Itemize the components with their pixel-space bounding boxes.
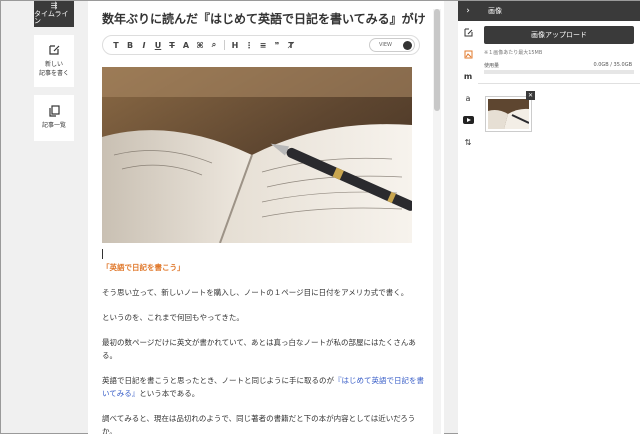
strip-youtube-button[interactable] <box>458 109 478 131</box>
post-list-label: 記事一覧 <box>41 122 66 130</box>
m-icon: m <box>463 71 473 81</box>
toggle-knob <box>403 41 412 50</box>
paragraph-4-text-b: という本である。 <box>139 389 200 398</box>
article-image[interactable] <box>102 67 412 243</box>
edit-small-icon <box>464 28 472 36</box>
post-title-input[interactable]: 数年ぶりに読んだ『はじめて英語で日記を書いてみる』がけ <box>102 10 442 27</box>
editor-scrollbar[interactable] <box>433 9 441 434</box>
unlink-button[interactable]: ⌕ <box>207 40 221 50</box>
article-heading: 「英語で日記を書こう」 <box>102 263 185 272</box>
strip-m-button[interactable]: m <box>458 65 478 87</box>
text-size-button[interactable]: T <box>109 41 123 50</box>
usage-bar <box>484 70 634 74</box>
italic-button[interactable]: I <box>137 41 151 50</box>
text-color-button[interactable]: A <box>179 41 193 50</box>
panel-divider <box>478 83 640 84</box>
paragraph-5: 調べてみると、現在は品切れのようで、同じ著者の書籍だと下の本が内容としては近いだ… <box>102 414 416 434</box>
thumbnail-photo <box>488 99 530 129</box>
chevron-right-icon: › <box>466 6 470 16</box>
new-post-button[interactable]: 新しい 記事を書く <box>34 35 74 87</box>
text-cursor <box>102 249 103 259</box>
bold-button[interactable]: B <box>123 41 137 50</box>
strip-image-button[interactable] <box>458 43 478 65</box>
youtube-icon <box>462 116 474 124</box>
strikethrough-button[interactable]: T <box>165 41 179 50</box>
link-button[interactable]: ⌘ <box>193 41 207 50</box>
bullet-list-button[interactable]: ≡ <box>256 41 270 50</box>
toolbar-divider <box>224 40 225 50</box>
strip-sort-button[interactable]: ⇅ <box>458 131 478 153</box>
collapse-panel-button[interactable]: › <box>458 1 478 21</box>
editor: 数年ぶりに読んだ『はじめて英語で日記を書いてみる』がけ T B I U T A … <box>88 1 444 434</box>
view-toggle[interactable]: VIEW <box>369 38 415 52</box>
strip-edit-button[interactable] <box>458 21 478 43</box>
panel-title: 画像 <box>478 1 640 21</box>
usage-value: 0.0GB / 35.0GB <box>593 62 632 68</box>
paragraph-2: というのを、これまで何回もやってきた。 <box>102 313 244 322</box>
clear-format-button[interactable]: Ⱦ <box>284 41 298 50</box>
new-post-label-2: 記事を書く <box>38 69 69 77</box>
image-upload-button[interactable]: 画像アップロード <box>484 26 634 44</box>
paragraph-3: 最初の数ページだけに英文が書かれていて、あとは真っ白なノートが私の部屋にはたくさ… <box>102 338 416 360</box>
format-toolbar: T B I U T A ⌘ ⌕ H ⋮ ≡ ❞ Ⱦ VIEW <box>102 35 420 55</box>
right-icon-strip: › m a ⇅ <box>458 1 478 434</box>
ordered-list-button[interactable]: ⋮ <box>242 41 256 50</box>
post-list-button[interactable]: 記事一覧 <box>34 95 74 141</box>
sort-icon: ⇅ <box>464 137 472 147</box>
paragraph-4: 英語で日記を書こうと思ったとき、ノートと同じように手に取るのが『はじめて英語で日… <box>102 374 424 400</box>
strip-amazon-button[interactable]: a <box>458 87 478 109</box>
view-toggle-label: VIEW <box>379 42 392 48</box>
image-panel: 画像 画像アップロード ※１画像あたり最大15MB 使用量 0.0GB / 35… <box>478 1 640 434</box>
underline-button[interactable]: U <box>151 41 165 50</box>
amazon-icon: a <box>465 93 471 103</box>
paragraph-4-text-a: 英語で日記を書こうと思ったとき、ノートと同じように手に取るのが <box>102 376 334 385</box>
documents-icon <box>49 105 60 118</box>
image-icon <box>464 50 472 58</box>
article-body[interactable]: 「英語で日記を書こう」 そう思い立って、新しいノートを購入し、ノートの１ページ目… <box>102 249 424 434</box>
close-icon: ✕ <box>527 92 534 99</box>
usage-label: 使用量 <box>484 63 500 69</box>
timeline-button[interactable]: ⇶ タイムライン <box>34 1 74 27</box>
paragraph-1: そう思い立って、新しいノートを購入し、ノートの１ページ目に日付をアメリカ式で書く… <box>102 288 409 297</box>
uploaded-image-thumbnail[interactable] <box>485 96 532 132</box>
delete-image-button[interactable]: ✕ <box>526 91 535 100</box>
quote-button[interactable]: ❞ <box>270 41 284 50</box>
timeline-label: タイムライン <box>34 9 69 26</box>
left-nav: ⇶ タイムライン 新しい 記事を書く 記事一覧 <box>34 1 74 141</box>
scrollbar-thumb[interactable] <box>434 9 440 111</box>
max-size-note: ※１画像あたり最大15MB <box>484 50 543 56</box>
edit-icon <box>49 45 60 56</box>
notebook-pen-photo <box>102 67 412 243</box>
heading-button[interactable]: H <box>228 41 242 50</box>
new-post-label-1: 新しい <box>44 61 63 69</box>
